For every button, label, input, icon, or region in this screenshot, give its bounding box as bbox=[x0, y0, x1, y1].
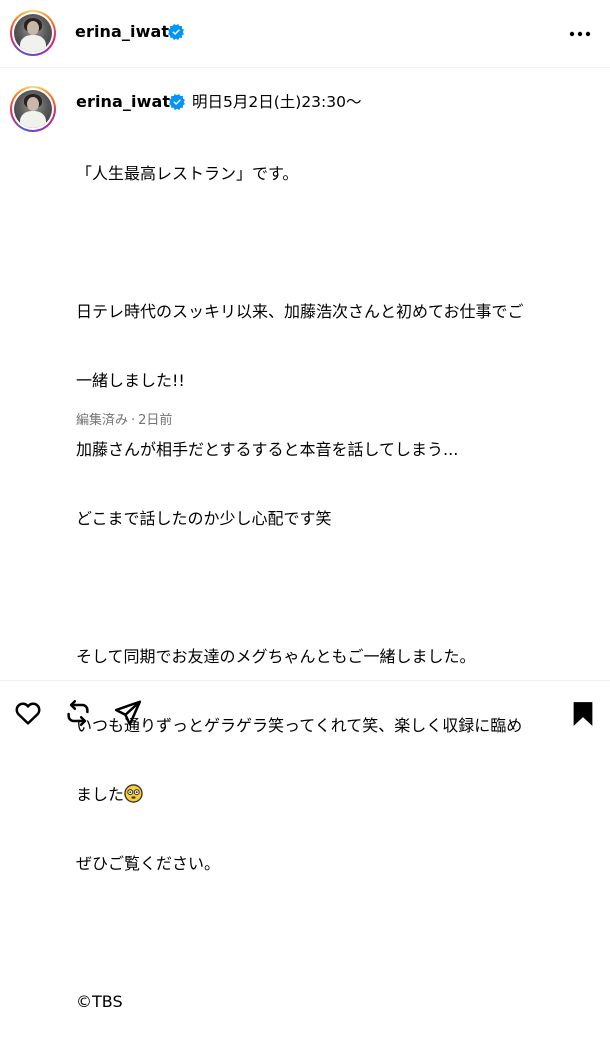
header-avatar[interactable] bbox=[10, 10, 56, 56]
post-timestamp-text: 明日5月2日(土)23:30〜 bbox=[192, 93, 362, 111]
header-username[interactable]: erina_iwata bbox=[75, 22, 180, 42]
caption-line bbox=[76, 921, 586, 944]
caption-line bbox=[76, 576, 586, 599]
separator-dot: · bbox=[131, 413, 136, 428]
caption-line: ました bbox=[76, 785, 125, 804]
caption-line: 加藤さんが相手だとするすると本音を話してしまう... bbox=[76, 440, 459, 459]
flushed-face-emoji-icon bbox=[124, 784, 143, 803]
caption-line: ©TBS bbox=[76, 992, 123, 1011]
caption-line: ぜひご覧ください。 bbox=[76, 854, 221, 873]
post-username[interactable]: erina_iwata bbox=[76, 92, 181, 112]
caption-line: 一緒しました!! bbox=[76, 371, 185, 390]
heart-icon[interactable] bbox=[13, 698, 43, 728]
post-age[interactable]: 2日前 bbox=[138, 413, 172, 428]
caption-line-with-emoji: ました bbox=[76, 783, 586, 806]
caption-line: そして同期でお友達のメグちゃんともご一緒しました。 bbox=[76, 647, 476, 666]
caption-line bbox=[76, 231, 586, 254]
caption-line: 「人生最高レストラン」です。 bbox=[76, 164, 299, 183]
post-actions-bar bbox=[0, 680, 610, 730]
share-icon[interactable] bbox=[113, 698, 143, 728]
verified-badge-icon bbox=[168, 24, 184, 40]
verified-badge-icon bbox=[169, 94, 185, 110]
caption-line: 日テレ時代のスッキリ以来、加藤浩次さんと初めてお仕事でご bbox=[76, 302, 524, 321]
post-header: erina_iwata bbox=[0, 0, 610, 68]
caption-line: どこまで話したのか少し心配です笑 bbox=[76, 509, 332, 528]
repost-icon[interactable] bbox=[63, 698, 93, 728]
avatar-photo bbox=[14, 90, 52, 128]
avatar-photo bbox=[14, 14, 52, 52]
post-edited-info: 編集済み · 2日前 bbox=[76, 412, 172, 430]
post-caption: 「人生最高レストラン」です。 日テレ時代のスッキリ以来、加藤浩次さんと初めてお仕… bbox=[76, 116, 586, 1059]
more-options-button[interactable] bbox=[568, 22, 592, 46]
more-horizontal-icon bbox=[569, 31, 591, 37]
bookmark-icon[interactable] bbox=[568, 699, 598, 729]
post-avatar[interactable] bbox=[10, 86, 56, 132]
edited-label: 編集済み bbox=[76, 413, 129, 428]
